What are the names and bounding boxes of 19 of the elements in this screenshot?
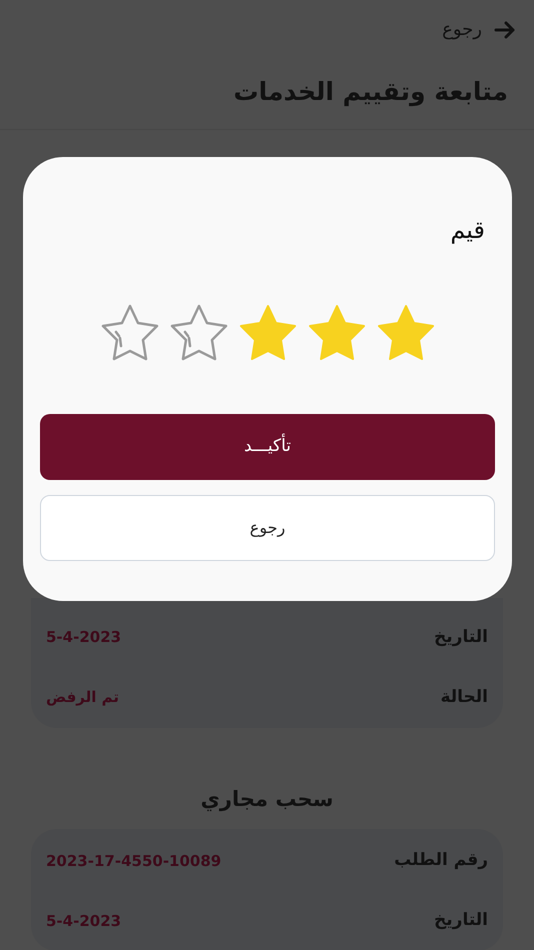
field-value: تم الرفض	[46, 687, 120, 708]
empty-star-icon[interactable]	[100, 304, 160, 362]
dialog-title: قيم	[450, 215, 485, 246]
confirm-button[interactable]: تأكيـــد	[40, 414, 495, 480]
field-label: رقم الطلب	[394, 849, 488, 872]
filled-star-icon[interactable]	[306, 304, 366, 362]
field-value: 5-4-2023	[46, 910, 122, 932]
cancel-button[interactable]: رجوع	[40, 495, 495, 561]
field-value: 2023-17-4550-10089	[46, 850, 222, 872]
field-label: الحالة	[440, 686, 488, 709]
field-label: التاريخ	[434, 909, 488, 932]
filled-star-icon[interactable]	[376, 304, 436, 362]
filled-star-icon[interactable]	[238, 304, 298, 362]
section-title: سحب مجاري	[200, 786, 334, 814]
empty-star-icon[interactable]	[168, 304, 228, 362]
page-title: متابعة وتقييم الخدمات	[234, 76, 508, 108]
field-label: التاريخ	[434, 626, 488, 649]
field-value: 5-4-2023	[46, 627, 122, 648]
arrow-right-icon	[494, 20, 516, 40]
